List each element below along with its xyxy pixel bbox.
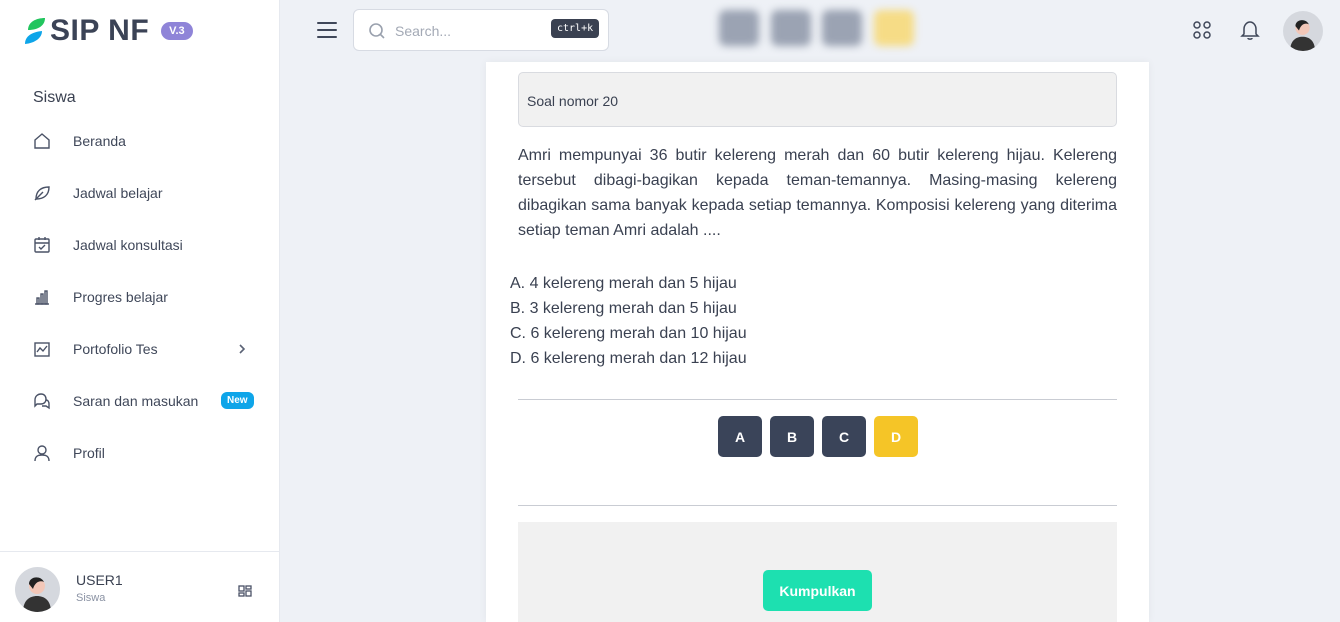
sidebar-item-label: Jadwal konsultasi	[73, 237, 183, 253]
blurred-indicator	[719, 10, 759, 46]
line-chart-icon	[33, 340, 51, 358]
leaf-icon	[33, 184, 51, 202]
sidebar-item-label: Portofolio Tes	[73, 341, 158, 357]
chevron-right-icon	[236, 341, 248, 357]
sidebar: SIP NF V.3 Siswa Beranda Jadwal belajar …	[0, 0, 280, 622]
submit-button[interactable]: Kumpulkan	[763, 570, 872, 611]
bar-chart-icon	[33, 288, 51, 306]
answer-options: A. 4 kelereng merah dan 5 hijau B. 3 kel…	[510, 271, 747, 371]
answer-buttons: A B C D	[718, 416, 926, 457]
search-input[interactable]	[395, 20, 545, 42]
option-b: B. 3 kelereng merah dan 5 hijau	[510, 300, 737, 317]
home-icon	[33, 132, 51, 150]
sidebar-item-label: Saran dan masukan	[73, 393, 199, 409]
menu-icon[interactable]	[317, 22, 337, 40]
sidebar-item-jadwal-belajar[interactable]: Jadwal belajar	[0, 167, 280, 219]
question-number: Soal nomor 20	[527, 93, 619, 109]
logo-leaf-icon	[25, 18, 45, 44]
option-c: C. 6 kelereng merah dan 10 hijau	[510, 325, 747, 342]
sidebar-item-beranda[interactable]: Beranda	[0, 115, 280, 167]
user-role: Siswa	[76, 592, 106, 604]
blurred-indicator	[771, 10, 811, 46]
sidebar-item-saran-dan-masukan[interactable]: Saran dan masukan New	[0, 375, 280, 427]
sidebar-user-box: USER1 Siswa	[0, 551, 280, 622]
user-icon	[33, 444, 51, 462]
apps-icon[interactable]	[1191, 19, 1213, 41]
submit-area: Kumpulkan	[518, 522, 1117, 622]
option-a: A. 4 kelereng merah dan 5 hijau	[510, 275, 737, 292]
chat-icon	[33, 392, 51, 410]
avatar-illustration	[1290, 20, 1315, 51]
layout-switch-icon[interactable]	[237, 583, 253, 599]
avatar[interactable]	[15, 567, 60, 612]
sidebar-item-portofolio-tes[interactable]: Portofolio Tes	[0, 323, 280, 375]
sidebar-item-label: Jadwal belajar	[73, 185, 163, 201]
search-icon	[368, 22, 386, 40]
topbar: ctrl+k	[281, 0, 1340, 62]
answer-button-b[interactable]: B	[770, 416, 814, 457]
option-d: D. 6 kelereng merah dan 12 hijau	[510, 350, 747, 367]
new-badge: New	[221, 392, 254, 409]
calendar-icon	[33, 236, 51, 254]
avatar-illustration	[23, 577, 51, 612]
question-text: Amri mempunyai 36 butir kelereng merah d…	[518, 147, 1117, 239]
sidebar-item-jadwal-konsultasi[interactable]: Jadwal konsultasi	[0, 219, 280, 271]
blurred-indicator	[822, 10, 862, 46]
app-logo[interactable]: SIP NF V.3	[24, 14, 193, 48]
sidebar-menu: Beranda Jadwal belajar Jadwal konsultasi…	[0, 115, 280, 479]
avatar[interactable]	[1283, 11, 1323, 51]
sidebar-item-label: Beranda	[73, 133, 126, 149]
sidebar-item-progres-belajar[interactable]: Progres belajar	[0, 271, 280, 323]
search-shortcut: ctrl+k	[551, 19, 600, 38]
search-box[interactable]: ctrl+k	[353, 9, 609, 51]
bell-icon[interactable]	[1239, 19, 1261, 41]
app-title: SIP NF	[50, 14, 150, 47]
answer-button-a[interactable]: A	[718, 416, 762, 457]
blurred-indicator	[874, 10, 914, 46]
sidebar-item-label: Profil	[73, 445, 105, 461]
user-name: USER1	[76, 572, 123, 588]
divider	[518, 399, 1117, 400]
question-header: Soal nomor 20	[518, 72, 1117, 127]
answer-button-c[interactable]: C	[822, 416, 866, 457]
answer-button-d[interactable]: D	[874, 416, 918, 457]
divider	[518, 505, 1117, 506]
question-card: Soal nomor 20 Amri mempunyai 36 butir ke…	[486, 62, 1149, 622]
version-badge: V.3	[161, 22, 193, 40]
sidebar-item-label: Progres belajar	[73, 289, 168, 305]
sidebar-section-label: Siswa	[33, 89, 76, 106]
sidebar-item-profil[interactable]: Profil	[0, 427, 280, 479]
